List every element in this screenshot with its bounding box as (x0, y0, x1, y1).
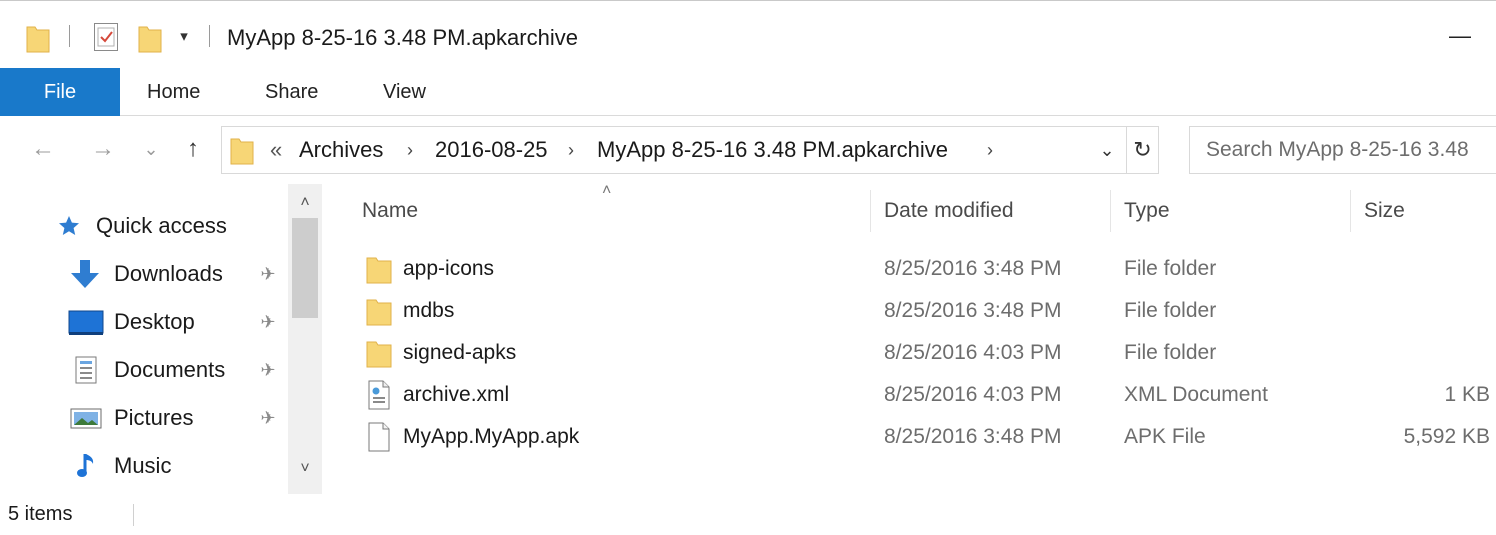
file-date: 8/25/2016 3:48 PM (884, 299, 1062, 322)
nav-pane-scrollbar[interactable]: ˄ ˅ (288, 184, 322, 494)
recent-locations-button[interactable]: ⌄ (140, 134, 162, 164)
file-list: ˄ Name Date modified Type Size app-icons… (322, 182, 1496, 494)
pin-icon[interactable]: ✈ (258, 302, 278, 342)
scroll-up-button[interactable]: ˄ (288, 190, 322, 216)
tab-file[interactable]: File (0, 68, 120, 116)
nav-item-label: Pictures (114, 405, 194, 430)
customize-toolbar-dropdown[interactable]: ▾ (176, 27, 192, 47)
pin-icon[interactable]: ✈ (258, 254, 278, 294)
toolbar-separator (209, 25, 210, 47)
up-button[interactable]: ↑ (178, 134, 208, 164)
nav-item-quick-access[interactable]: Quick access (56, 206, 296, 246)
status-bar: 5 items (0, 494, 1496, 535)
back-button[interactable]: ← (28, 134, 58, 164)
file-icon (368, 422, 390, 452)
address-dropdown[interactable]: ⌄ (1092, 127, 1122, 173)
title-bar: ▾ MyApp 8-25-16 3.48 PM.apkarchive — (0, 0, 1496, 68)
file-row-mdbs[interactable]: mdbs 8/25/2016 3:48 PM File folder (322, 290, 1496, 332)
column-header-date[interactable]: Date modified (884, 190, 1014, 232)
column-header-type[interactable]: Type (1124, 190, 1170, 232)
breadcrumb-archives[interactable]: Archives (299, 127, 383, 173)
folder-icon (366, 341, 392, 368)
nav-item-label: Downloads (114, 261, 223, 286)
refresh-button[interactable]: ↻ (1127, 126, 1159, 174)
breadcrumb-separator[interactable]: › (987, 127, 993, 173)
tab-home[interactable]: Home (147, 68, 200, 116)
breadcrumb-current[interactable]: MyApp 8-25-16 3.48 PM.apkarchive (597, 127, 948, 173)
pictures-icon (70, 408, 102, 429)
window-title: MyApp 8-25-16 3.48 PM.apkarchive (227, 25, 578, 50)
status-separator (133, 504, 134, 526)
sort-indicator: ˄ (602, 182, 612, 199)
nav-item-music[interactable]: Music (68, 446, 298, 486)
file-date: 8/25/2016 3:48 PM (884, 257, 1062, 280)
folder-icon (366, 257, 392, 284)
file-row-app-icons[interactable]: app-icons 8/25/2016 3:48 PM File folder (322, 248, 1496, 290)
file-type: APK File (1124, 425, 1206, 448)
navigation-pane: Quick access Downloads Desktop Documents (0, 184, 322, 494)
file-type: File folder (1124, 257, 1217, 280)
column-divider[interactable] (1350, 190, 1351, 232)
forward-button[interactable]: → (88, 134, 118, 164)
pin-icon[interactable]: ✈ (258, 398, 278, 438)
file-type: XML Document (1124, 383, 1268, 406)
pin-icon[interactable]: ✈ (258, 350, 278, 390)
nav-item-label: Quick access (96, 213, 227, 238)
column-header-name[interactable]: Name (362, 190, 418, 232)
minimize-button[interactable]: — (1440, 23, 1480, 53)
scrollbar-thumb[interactable] (292, 218, 318, 318)
breadcrumb-date[interactable]: 2016-08-25 (435, 127, 548, 173)
documents-icon (75, 356, 97, 384)
address-bar[interactable]: « Archives › 2016-08-25 › MyApp 8-25-16 … (221, 126, 1127, 174)
column-divider[interactable] (1110, 190, 1111, 232)
nav-item-label: Music (114, 453, 172, 478)
music-icon (77, 454, 94, 477)
file-size: 5,592 KB (1403, 425, 1490, 448)
properties-icon[interactable] (94, 23, 118, 51)
column-divider[interactable] (870, 190, 871, 232)
navigation-bar: ← → ⌄ ↑ « Archives › 2016-08-25 › MyApp … (0, 116, 1496, 184)
ribbon-tabs: File Home Share View (0, 68, 1496, 116)
tab-view[interactable]: View (383, 68, 426, 116)
scroll-down-button[interactable]: ˅ (288, 456, 322, 482)
tab-share[interactable]: Share (265, 68, 318, 116)
file-name: signed-apks (403, 341, 517, 364)
file-date: 8/25/2016 3:48 PM (884, 425, 1062, 448)
column-header-size[interactable]: Size (1364, 190, 1405, 232)
file-date: 8/25/2016 4:03 PM (884, 383, 1062, 406)
file-date: 8/25/2016 4:03 PM (884, 341, 1062, 364)
file-row-archive-xml[interactable]: archive.xml 8/25/2016 4:03 PM XML Docume… (322, 374, 1496, 416)
item-count: 5 items (8, 503, 73, 525)
file-name: app-icons (403, 257, 495, 280)
file-row-myapp-apk[interactable]: MyApp.MyApp.apk 8/25/2016 3:48 PM APK Fi… (322, 416, 1496, 458)
folder-icon (26, 26, 50, 53)
new-folder-icon[interactable] (138, 23, 162, 53)
search-input[interactable]: Search MyApp 8-25-16 3.48 (1206, 127, 1469, 173)
file-name: MyApp.MyApp.apk (403, 425, 580, 448)
breadcrumb-separator[interactable]: › (568, 127, 574, 173)
file-row-signed-apks[interactable]: signed-apks 8/25/2016 4:03 PM File folde… (322, 332, 1496, 374)
file-name: archive.xml (403, 383, 510, 406)
file-type: File folder (1124, 299, 1217, 322)
folder-icon (230, 138, 254, 165)
breadcrumb-separator[interactable]: › (407, 127, 413, 173)
folder-icon (366, 299, 392, 326)
xml-file-icon (368, 380, 390, 410)
nav-item-label: Desktop (114, 309, 195, 334)
nav-item-label: Documents (114, 357, 226, 382)
file-name: mdbs (403, 299, 455, 322)
file-type: File folder (1124, 341, 1217, 364)
file-size: 1 KB (1444, 383, 1490, 406)
download-icon (71, 260, 99, 288)
desktop-icon (68, 310, 104, 335)
star-icon (59, 216, 79, 235)
breadcrumb-overflow[interactable]: « (270, 127, 282, 173)
toolbar-separator (69, 25, 70, 47)
search-box[interactable]: Search MyApp 8-25-16 3.48 (1189, 126, 1496, 174)
